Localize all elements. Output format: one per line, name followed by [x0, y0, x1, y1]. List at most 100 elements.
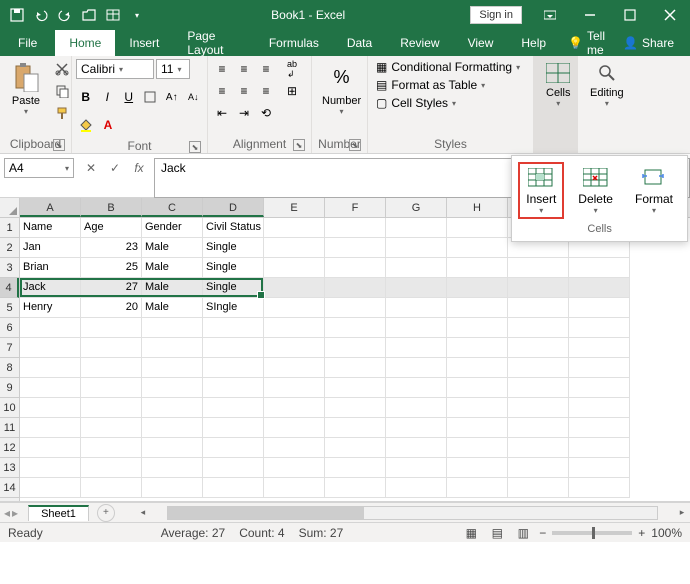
cell[interactable] [20, 418, 81, 438]
bold-button[interactable]: B [76, 87, 96, 107]
align-middle-button[interactable]: ≡ [234, 59, 254, 79]
row-header-9[interactable]: 9 [0, 378, 19, 398]
col-header-h[interactable]: H [447, 198, 508, 217]
row-header-2[interactable]: 2 [0, 238, 19, 258]
tab-view[interactable]: View [454, 30, 508, 56]
cell[interactable] [447, 458, 508, 478]
cell[interactable]: Jack [20, 278, 81, 298]
italic-button[interactable]: I [98, 87, 118, 107]
col-header-f[interactable]: F [325, 198, 386, 217]
cell[interactable] [264, 258, 325, 278]
increase-font-button[interactable]: A↑ [162, 87, 182, 107]
cell[interactable] [81, 418, 142, 438]
col-header-a[interactable]: A [20, 198, 81, 217]
cell[interactable] [203, 438, 264, 458]
font-launcher[interactable]: ⬊ [189, 141, 201, 153]
paste-button[interactable]: Paste ▾ [4, 59, 48, 118]
cell[interactable]: Age [81, 218, 142, 238]
cells-button[interactable]: Cells ▾ [538, 59, 578, 112]
cell[interactable] [81, 358, 142, 378]
cell[interactable] [264, 338, 325, 358]
align-top-button[interactable]: ≡ [212, 59, 232, 79]
cell[interactable] [325, 378, 386, 398]
redo-icon[interactable] [54, 4, 76, 26]
align-bottom-button[interactable]: ≡ [256, 59, 276, 79]
zoom-level[interactable]: 100% [651, 526, 682, 540]
row-header-11[interactable]: 11 [0, 418, 19, 438]
cell[interactable] [264, 278, 325, 298]
cell[interactable] [508, 438, 569, 458]
cell[interactable] [325, 278, 386, 298]
cell[interactable] [508, 338, 569, 358]
underline-button[interactable]: U [119, 87, 139, 107]
cell[interactable] [508, 278, 569, 298]
cell[interactable] [325, 478, 386, 498]
undo-icon[interactable] [30, 4, 52, 26]
cell[interactable] [203, 378, 264, 398]
cell[interactable]: Gender [142, 218, 203, 238]
cell[interactable] [386, 438, 447, 458]
row-header-7[interactable]: 7 [0, 338, 19, 358]
wrap-text-button[interactable]: ab↲ [280, 59, 304, 79]
cell[interactable] [203, 338, 264, 358]
align-right-button[interactable]: ≡ [256, 81, 276, 101]
enter-formula-button[interactable]: ✓ [104, 158, 126, 178]
cell[interactable] [447, 258, 508, 278]
zoom-in-button[interactable]: + [638, 526, 645, 540]
cell[interactable] [142, 318, 203, 338]
cell[interactable] [569, 478, 630, 498]
qat-customize-icon[interactable]: ▾ [126, 4, 148, 26]
cell[interactable] [325, 458, 386, 478]
cell[interactable]: Jan [20, 238, 81, 258]
cell[interactable] [447, 418, 508, 438]
alignment-launcher[interactable]: ⬊ [293, 139, 305, 151]
maximize-button[interactable] [610, 0, 650, 30]
decrease-font-button[interactable]: A↓ [184, 87, 204, 107]
zoom-out-button[interactable]: − [539, 526, 546, 540]
cell[interactable] [203, 478, 264, 498]
tab-file[interactable]: File [0, 30, 55, 56]
cell[interactable] [264, 378, 325, 398]
name-box[interactable]: A4▾ [4, 158, 74, 178]
cell[interactable]: Single [203, 258, 264, 278]
cell[interactable] [20, 478, 81, 498]
cell[interactable] [325, 438, 386, 458]
cell[interactable] [386, 298, 447, 318]
cell[interactable] [386, 318, 447, 338]
col-header-b[interactable]: B [81, 198, 142, 217]
sheet-prev-icon[interactable]: ◂ [4, 506, 10, 520]
cell[interactable] [569, 418, 630, 438]
cell[interactable] [386, 478, 447, 498]
font-name-combo[interactable]: Calibri▾ [76, 59, 154, 79]
fx-button[interactable]: fx [128, 158, 150, 178]
clipboard-launcher[interactable]: ⬊ [53, 139, 65, 151]
table-icon[interactable] [102, 4, 124, 26]
cell[interactable] [203, 458, 264, 478]
merge-button[interactable]: ⊞ [280, 81, 304, 101]
cell[interactable] [203, 398, 264, 418]
cell[interactable] [569, 318, 630, 338]
cell[interactable] [264, 398, 325, 418]
cell[interactable] [386, 398, 447, 418]
cell[interactable] [264, 298, 325, 318]
cell[interactable] [386, 338, 447, 358]
cell[interactable] [20, 358, 81, 378]
conditional-formatting-button[interactable]: ▦Conditional Formatting▾ [372, 59, 524, 75]
cell[interactable] [20, 378, 81, 398]
cell[interactable] [447, 318, 508, 338]
row-header-6[interactable]: 6 [0, 318, 19, 338]
cell[interactable]: Name [20, 218, 81, 238]
editing-button[interactable]: Editing ▾ [582, 59, 632, 112]
sheet-tab-1[interactable]: Sheet1 [28, 505, 89, 521]
cell[interactable]: 27 [81, 278, 142, 298]
cell[interactable]: Male [142, 258, 203, 278]
hscroll-left[interactable]: ◂ [135, 505, 151, 521]
cell[interactable] [569, 378, 630, 398]
cell-styles-button[interactable]: ▢Cell Styles▾ [372, 95, 524, 111]
tab-data[interactable]: Data [333, 30, 386, 56]
cell[interactable] [325, 418, 386, 438]
cell[interactable] [508, 398, 569, 418]
cell[interactable] [447, 278, 508, 298]
cell[interactable] [386, 378, 447, 398]
cell[interactable] [20, 398, 81, 418]
